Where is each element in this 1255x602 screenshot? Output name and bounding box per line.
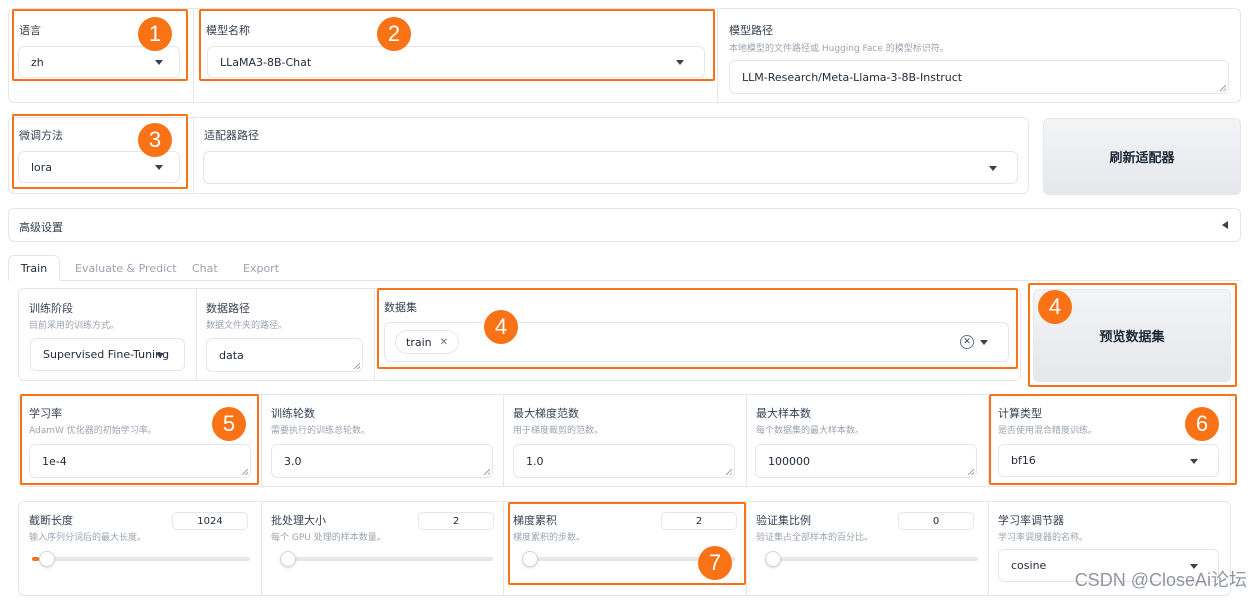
triangle-left-icon bbox=[1222, 221, 1228, 229]
val-size-label: 验证集比例 bbox=[756, 514, 811, 527]
adapter-label: 适配器路径 bbox=[204, 129, 259, 142]
lr-desc: AdamW 优化器的初始学习率。 bbox=[29, 426, 157, 436]
tab-train-label: Train bbox=[20, 261, 48, 275]
stage-value: Supervised Fine-Tuning bbox=[43, 348, 170, 361]
compute-type-desc: 是否使用混合精度训练。 bbox=[998, 426, 1098, 436]
chevron-down-icon bbox=[155, 165, 163, 170]
batch-size-slider-thumb[interactable] bbox=[280, 551, 296, 567]
dataset-dir-label: 数据路径 bbox=[206, 302, 250, 315]
lr-label: 学习率 bbox=[29, 407, 62, 420]
tab-train[interactable]: Train bbox=[8, 255, 60, 281]
lang-label: 语言 bbox=[19, 24, 41, 37]
val-size-slider-thumb[interactable] bbox=[765, 551, 781, 567]
advanced-settings-accordion[interactable]: 高级设置 bbox=[8, 208, 1241, 242]
dataset-dir-desc: 数据文件夹的路径。 bbox=[206, 321, 288, 331]
dataset-chip-label: train bbox=[406, 335, 432, 349]
lr-scheduler-value: cosine bbox=[1011, 559, 1047, 572]
tab-chat[interactable]: Chat bbox=[192, 262, 218, 275]
dataset-chip[interactable]: train ✕ bbox=[395, 330, 459, 354]
cutoff-len-number[interactable]: 1024 bbox=[172, 512, 248, 530]
watermark: CSDN @CloseAi论坛 bbox=[1074, 570, 1247, 590]
model-path-label: 模型路径 bbox=[729, 24, 773, 37]
dataset-label: 数据集 bbox=[384, 301, 417, 314]
batch-size-slider[interactable] bbox=[280, 551, 493, 567]
stage-label: 训练阶段 bbox=[29, 302, 73, 315]
cutoff-len-slider-thumb[interactable] bbox=[38, 551, 55, 567]
grad-norm-desc: 用于梯度裁剪的范数。 bbox=[513, 426, 604, 436]
model-name-label: 模型名称 bbox=[206, 24, 250, 37]
epochs-value: 3.0 bbox=[284, 454, 302, 468]
grad-accum-number[interactable]: 2 bbox=[661, 512, 737, 530]
epochs-desc: 需要执行的训练总轮数。 bbox=[271, 426, 371, 436]
model-path-value: LLM-Research/Meta-Llama-3-8B-Instruct bbox=[742, 70, 963, 84]
lr-scheduler-desc: 学习率调度器的名称。 bbox=[998, 533, 1089, 543]
preview-dataset-button[interactable]: 预览数据集 bbox=[1033, 289, 1231, 382]
epochs-label: 训练轮数 bbox=[271, 407, 315, 420]
batch-size-desc: 每个 GPU 处理的样本数量。 bbox=[271, 533, 386, 543]
batch-size-number[interactable]: 2 bbox=[418, 512, 494, 530]
grad-accum-desc: 梯度累积的步数。 bbox=[513, 533, 586, 543]
compute-type-label: 计算类型 bbox=[998, 407, 1042, 420]
max-samples-input[interactable]: 100000 bbox=[755, 444, 977, 478]
cutoff-len-desc: 输入序列分词后的最大长度。 bbox=[29, 533, 147, 543]
advanced-settings-label: 高级设置 bbox=[19, 221, 63, 234]
chevron-down-icon bbox=[1190, 459, 1198, 464]
lang-select[interactable]: zh bbox=[18, 46, 180, 78]
max-samples-desc: 每个数据集的最大样本数。 bbox=[756, 426, 865, 436]
chip-remove-icon[interactable]: ✕ bbox=[440, 337, 448, 348]
stage-select[interactable]: Supervised Fine-Tuning bbox=[30, 338, 185, 371]
finetune-value: lora bbox=[31, 160, 53, 174]
refresh-adapter-button[interactable]: 刷新适配器 bbox=[1043, 118, 1241, 195]
chevron-down-icon bbox=[980, 340, 988, 345]
chevron-down-icon bbox=[155, 60, 163, 65]
dataset-multiselect[interactable]: train ✕ ✕ bbox=[384, 322, 1009, 362]
grad-accum-label: 梯度累积 bbox=[513, 514, 557, 527]
tab-evaluate-predict[interactable]: Evaluate & Predict bbox=[75, 262, 177, 275]
lr-scheduler-label: 学习率调节器 bbox=[998, 514, 1064, 527]
model-name-select[interactable]: LLaMA3-8B-Chat bbox=[207, 46, 705, 78]
val-size-slider[interactable] bbox=[765, 551, 978, 567]
batch-size-label: 批处理大小 bbox=[271, 514, 326, 527]
lr-value: 1e-4 bbox=[42, 454, 67, 468]
cutoff-len-slider[interactable] bbox=[32, 551, 250, 567]
chevron-down-icon bbox=[676, 60, 684, 65]
chevron-down-icon bbox=[156, 353, 164, 358]
model-name-value: LLaMA3-8B-Chat bbox=[220, 55, 312, 69]
finetune-label: 微调方法 bbox=[19, 129, 63, 142]
max-samples-value: 100000 bbox=[768, 454, 810, 468]
model-path-input[interactable]: LLM-Research/Meta-Llama-3-8B-Instruct bbox=[729, 60, 1229, 94]
compute-type-value: bf16 bbox=[1011, 454, 1036, 467]
grad-accum-slider[interactable] bbox=[522, 551, 735, 567]
grad-accum-slider-thumb[interactable] bbox=[522, 551, 538, 567]
tab-export[interactable]: Export bbox=[243, 262, 279, 275]
finetune-select[interactable]: lora bbox=[18, 151, 180, 183]
max-samples-label: 最大样本数 bbox=[756, 407, 811, 420]
grad-norm-input[interactable]: 1.0 bbox=[513, 444, 735, 478]
grad-norm-value: 1.0 bbox=[526, 454, 544, 468]
tabs-baseline bbox=[8, 280, 1241, 281]
cutoff-len-label: 截断长度 bbox=[29, 514, 73, 527]
lr-input[interactable]: 1e-4 bbox=[29, 444, 251, 478]
dataset-dir-value: data bbox=[219, 348, 244, 362]
stage-desc: 目前采用的训练方式。 bbox=[29, 321, 120, 331]
chevron-down-icon bbox=[989, 166, 997, 171]
clear-icon[interactable]: ✕ bbox=[960, 335, 974, 349]
cutoff-len-slider-fill bbox=[32, 557, 39, 561]
lang-value: zh bbox=[31, 55, 44, 69]
grad-norm-label: 最大梯度范数 bbox=[513, 407, 579, 420]
dataset-dir-input[interactable]: data bbox=[206, 338, 363, 372]
val-size-desc: 验证集占全部样本的百分比。 bbox=[756, 533, 874, 543]
model-path-desc: 本地模型的文件路径或 Hugging Face 的模型标识符。 bbox=[729, 44, 949, 54]
compute-type-select[interactable]: bf16 bbox=[998, 444, 1219, 477]
adapter-select[interactable] bbox=[203, 151, 1018, 184]
val-size-number[interactable]: 0 bbox=[898, 512, 974, 530]
epochs-input[interactable]: 3.0 bbox=[271, 444, 493, 478]
